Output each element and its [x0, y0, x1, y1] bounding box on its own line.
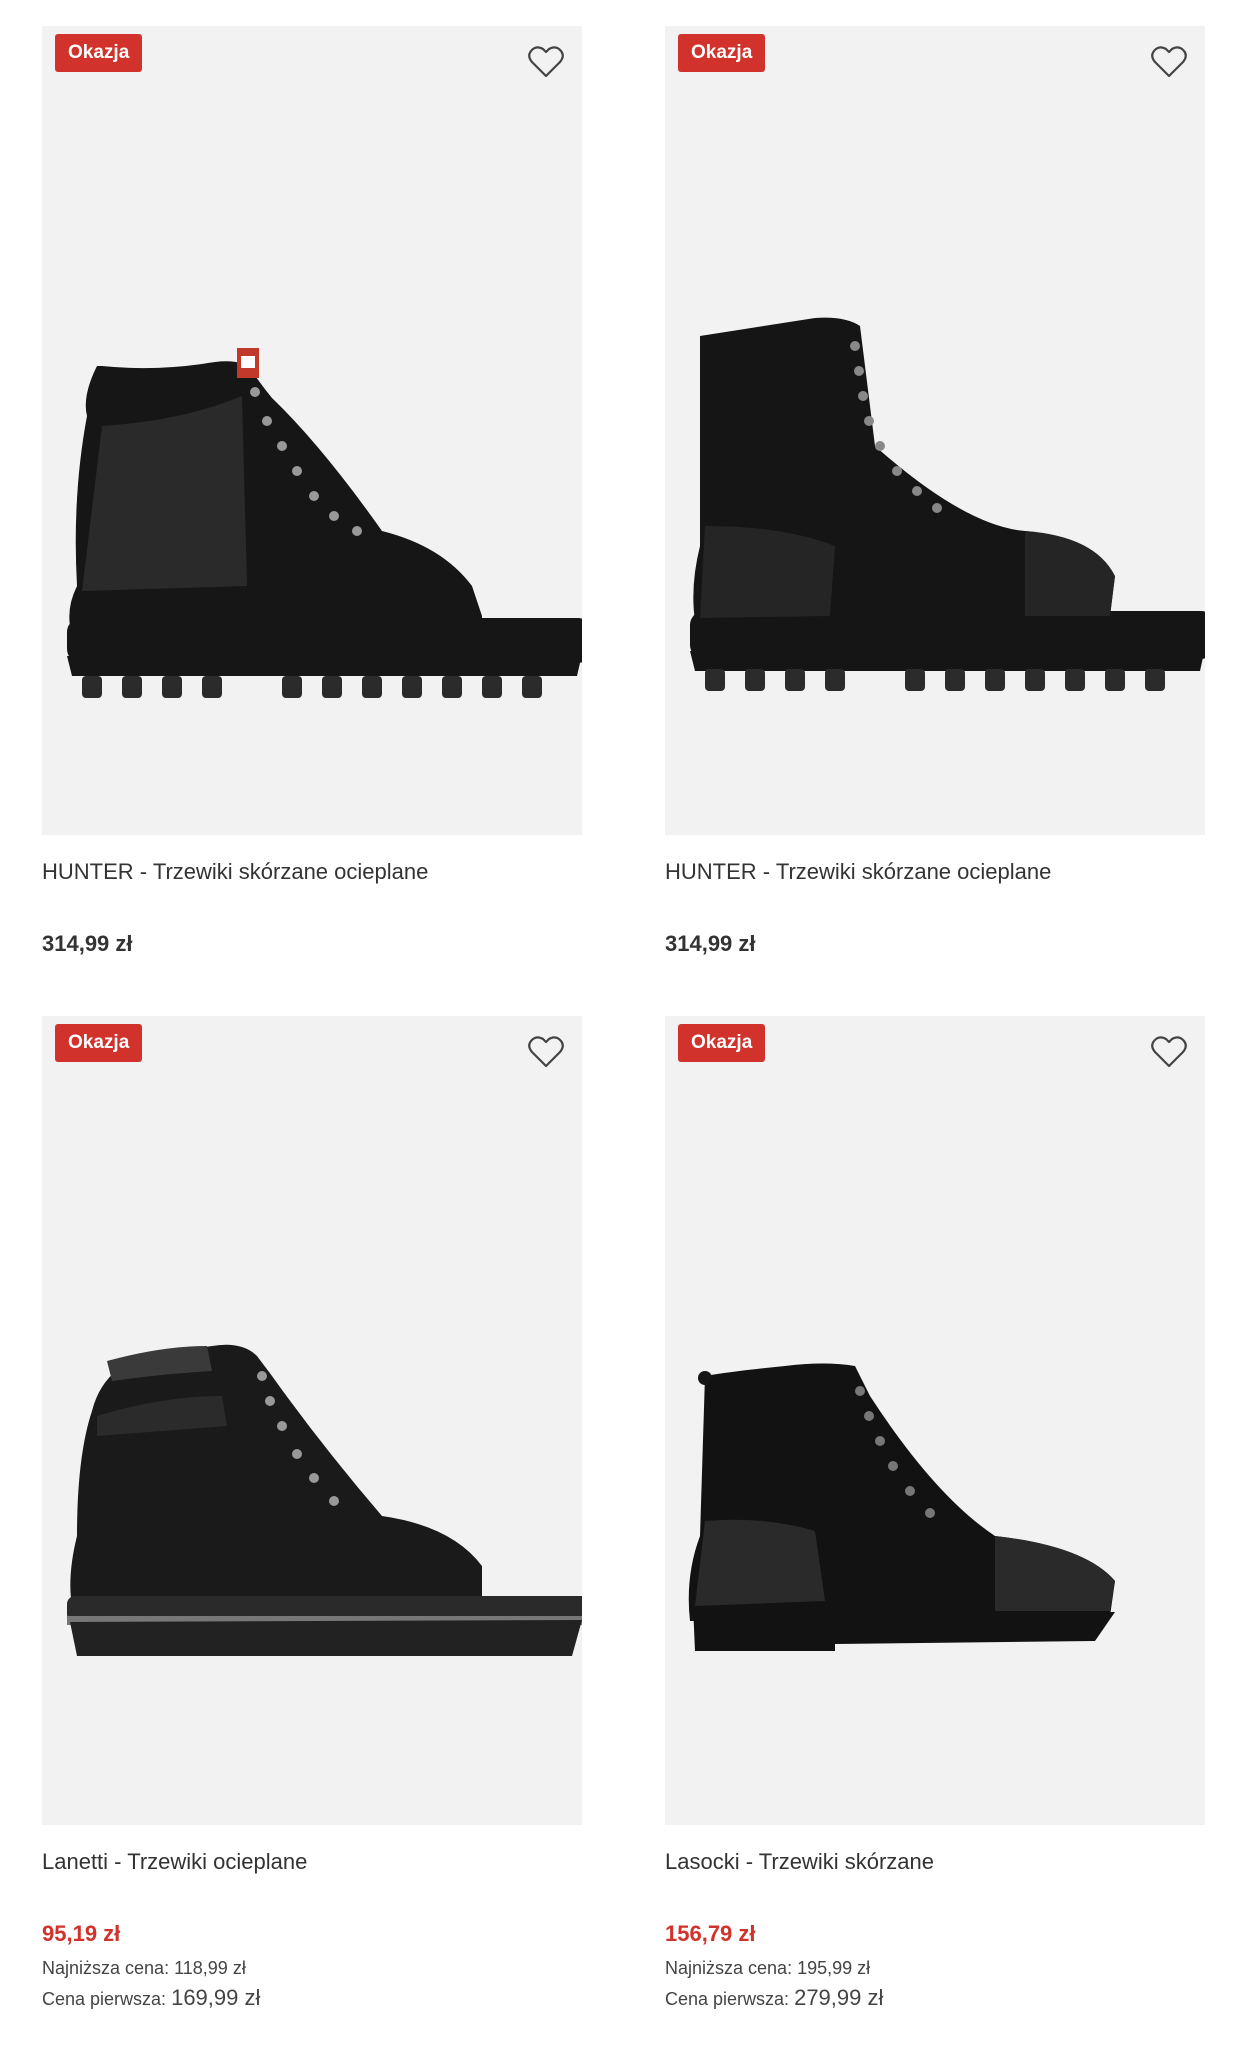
product-image[interactable]: Okazja — [42, 26, 582, 835]
heart-outline-icon[interactable] — [526, 42, 566, 82]
heart-outline-icon[interactable] — [526, 1032, 566, 1072]
deal-badge: Okazja — [55, 34, 143, 72]
boot-image — [665, 1016, 1205, 1825]
product-title[interactable]: Lasocki - Trzewiki skórzane — [665, 1848, 1205, 1876]
boot-image — [42, 1016, 582, 1825]
product-grid: Okazja HUNTER - Trzewiki skórzane ociepl… — [0, 0, 1250, 2055]
lowest-price-label: Najniższa cena: — [42, 1958, 170, 1978]
first-price: Cena pierwsza: 279,99 zł — [665, 1986, 1205, 2011]
lowest-price-value: 118,99 zł — [174, 1958, 246, 1978]
heart-outline-icon[interactable] — [1149, 1032, 1189, 1072]
product-card[interactable]: Okazja HUNTER - Trzewiki skórzane ociepl… — [42, 26, 582, 958]
lowest-price-value: 195,99 zł — [797, 1958, 871, 1978]
product-image[interactable]: Okazja — [665, 26, 1205, 835]
lowest-price: Najniższa cena: 195,99 zł — [665, 1956, 1205, 1980]
product-title[interactable]: HUNTER - Trzewiki skórzane ocieplane — [42, 858, 582, 886]
product-card[interactable]: Okazja Lasocki - Trzewiki skórzane 156,7… — [665, 1016, 1205, 2011]
product-card[interactable]: Okazja HUNTER - Trzewiki skórzane ociepl… — [665, 26, 1205, 958]
lowest-price-label: Najniższa cena: — [665, 1958, 793, 1978]
boot-image — [665, 26, 1205, 835]
product-price: 156,79 zł — [665, 1921, 756, 1946]
product-price: 314,99 zł — [42, 931, 133, 956]
product-price: 314,99 zł — [665, 931, 756, 956]
deal-badge: Okazja — [678, 34, 766, 72]
first-price-label: Cena pierwsza: — [665, 1989, 790, 2009]
first-price-value: 169,99 zł — [171, 1985, 261, 2010]
product-card[interactable]: Okazja Lanetti - Trzewiki ocieplane 95,1… — [42, 1016, 582, 2011]
first-price: Cena pierwsza: 169,99 zł — [42, 1986, 582, 2011]
first-price-label: Cena pierwsza: — [42, 1989, 167, 2009]
product-title[interactable]: Lanetti - Trzewiki ocieplane — [42, 1848, 582, 1876]
lowest-price: Najniższa cena: 118,99 zł — [42, 1956, 582, 1980]
product-price: 95,19 zł — [42, 1921, 121, 1946]
product-image[interactable]: Okazja — [42, 1016, 582, 1825]
deal-badge: Okazja — [678, 1024, 766, 1062]
heart-outline-icon[interactable] — [1149, 42, 1189, 82]
first-price-value: 279,99 zł — [794, 1985, 884, 2010]
boot-image — [42, 26, 582, 835]
product-title[interactable]: HUNTER - Trzewiki skórzane ocieplane — [665, 858, 1205, 886]
product-image[interactable]: Okazja — [665, 1016, 1205, 1825]
deal-badge: Okazja — [55, 1024, 143, 1062]
